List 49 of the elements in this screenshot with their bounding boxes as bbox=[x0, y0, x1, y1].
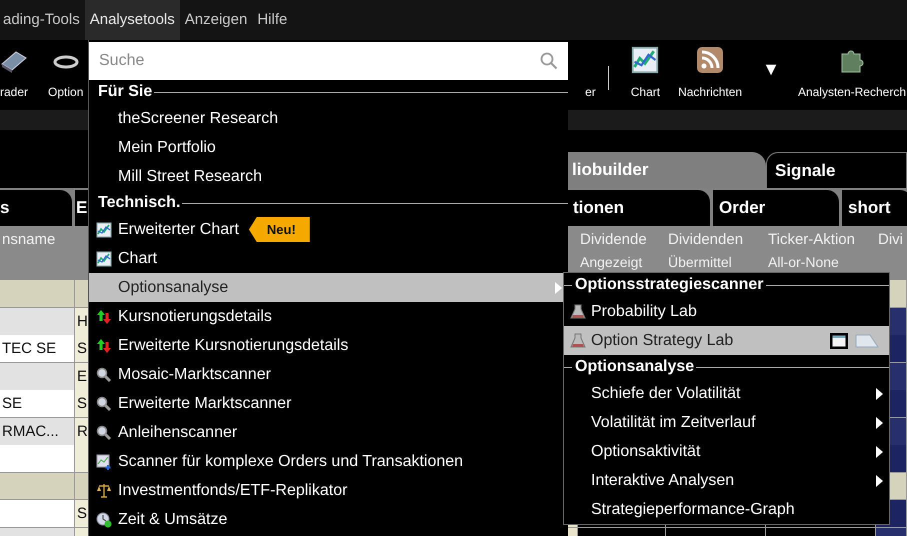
menu-item[interactable]: Anzeigen bbox=[180, 0, 252, 40]
magnifier-icon bbox=[96, 424, 112, 440]
section-header: Optionsstrategiescanner bbox=[574, 275, 764, 295]
toolbar-button[interactable]: Nachrichten bbox=[678, 46, 742, 101]
toolbar-button[interactable]: rader bbox=[0, 46, 28, 101]
menu-item[interactable]: Hilfe bbox=[252, 0, 292, 40]
toolbar-label: er bbox=[585, 84, 596, 101]
table-cell: SE bbox=[0, 390, 75, 418]
window-icon[interactable] bbox=[829, 332, 849, 350]
menu-item[interactable]: Option Strategy Lab bbox=[564, 326, 889, 355]
magnifier-icon bbox=[96, 366, 112, 382]
table-cell: TEC SE bbox=[0, 335, 75, 363]
submenu-arrow-icon bbox=[876, 388, 883, 400]
toolbar-button[interactable]: Analysten-Recherch bbox=[798, 46, 906, 101]
chart-icon bbox=[96, 222, 112, 238]
section-header: Für Sie bbox=[97, 82, 154, 102]
table-cell: RMAC... bbox=[0, 418, 75, 446]
menu-item[interactable]: Mill Street Research bbox=[89, 162, 568, 191]
tab[interactable]: s bbox=[0, 190, 72, 226]
section-header: Technisch. bbox=[97, 193, 182, 213]
up-down-arrows-icon bbox=[96, 308, 112, 324]
rss-icon bbox=[696, 46, 724, 74]
tab[interactable]: Order bbox=[713, 190, 839, 226]
up-down-arrows-icon bbox=[96, 338, 112, 354]
toolbar-button[interactable]: Option bbox=[48, 46, 84, 101]
submenu-arrow-icon bbox=[876, 474, 883, 486]
tab[interactable]: Signale bbox=[766, 152, 907, 188]
menu-item[interactable]: Chart bbox=[89, 244, 568, 273]
search-icon bbox=[540, 52, 558, 70]
clock-icon bbox=[96, 512, 112, 528]
submenu-arrow-icon bbox=[876, 446, 883, 458]
chart-icon bbox=[631, 46, 660, 74]
search-field[interactable]: Suche bbox=[89, 42, 568, 80]
menu-item[interactable]: Mein Portfolio bbox=[89, 133, 568, 162]
menu-item[interactable]: ading-Tools bbox=[0, 0, 85, 40]
scales-icon bbox=[96, 482, 112, 498]
submenu-arrow-icon bbox=[876, 416, 883, 428]
section-header: Optionsanalyse bbox=[574, 357, 696, 377]
menu-item[interactable]: Analysetools bbox=[84, 0, 180, 40]
new-badge: Neu! bbox=[248, 216, 310, 242]
dropdown-button[interactable]: ▼ bbox=[762, 56, 780, 83]
menu-item[interactable]: theScreener Research bbox=[89, 104, 568, 133]
chart-plus-icon bbox=[96, 454, 112, 470]
tab[interactable]: short bbox=[842, 190, 907, 226]
magnifier-icon bbox=[96, 396, 112, 412]
toolbar-button[interactable]: Chart bbox=[630, 46, 660, 101]
chart-icon bbox=[96, 250, 112, 266]
flask-icon bbox=[570, 304, 586, 320]
flask-icon bbox=[570, 332, 586, 348]
